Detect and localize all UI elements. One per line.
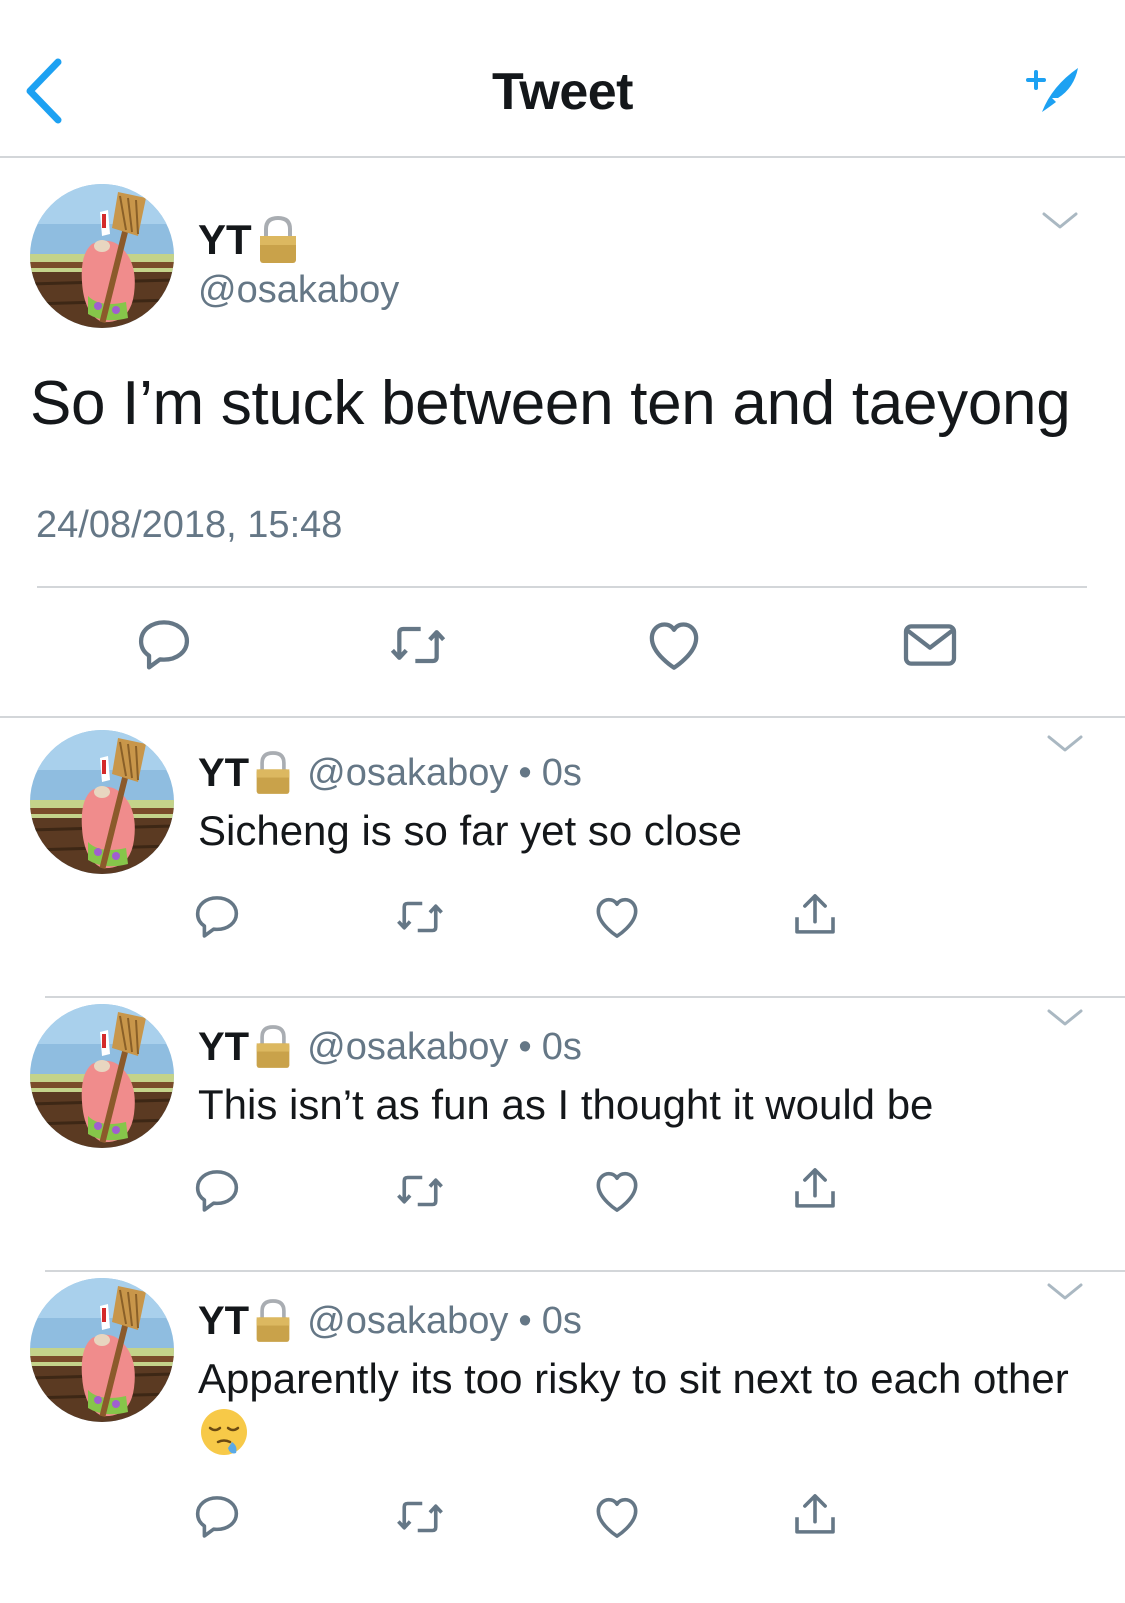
chevron-down-icon[interactable] — [1040, 206, 1080, 236]
share-icon[interactable] — [788, 1488, 842, 1542]
chevron-down-icon[interactable] — [1045, 1004, 1085, 1032]
reply-icon[interactable] — [190, 890, 244, 944]
divider — [45, 996, 1125, 998]
tweet-text: So I’m stuck between ten and taeyong — [30, 369, 1071, 438]
reply-tweet[interactable]: YT @osakaboy • 0s This isn’t as fun as I… — [0, 1016, 1125, 1266]
avatar[interactable] — [30, 1278, 174, 1422]
reply-icon[interactable] — [190, 1164, 244, 1218]
separator-dot: • — [518, 751, 532, 794]
reply-text: This isn’t as fun as I thought it would … — [198, 1081, 934, 1128]
author-name[interactable]: YT — [198, 1025, 249, 1070]
like-icon[interactable] — [590, 890, 644, 944]
page-title: Tweet — [491, 63, 634, 121]
reply-header: YT @osakaboy • 0s — [198, 1024, 582, 1070]
lock-icon — [253, 1024, 293, 1070]
author-handle[interactable]: @osakaboy — [307, 1300, 508, 1343]
reply-time: 0s — [541, 751, 582, 794]
reply-header: YT @osakaboy • 0s — [198, 1298, 582, 1344]
author-name-text: YT — [198, 216, 252, 263]
nav-header: Tweet — [0, 0, 1125, 158]
main-tweet: YT @osakaboy So I’m stuck between ten an… — [0, 158, 1125, 718]
like-icon[interactable] — [590, 1490, 644, 1544]
reply-text-container: Apparently its too risky to sit next to … — [198, 1352, 1078, 1461]
avatar[interactable] — [30, 1004, 174, 1148]
author-name[interactable]: YT — [198, 751, 249, 796]
author-handle[interactable]: @osakaboy — [198, 269, 399, 312]
retweet-icon[interactable] — [386, 613, 450, 677]
reply-icon[interactable] — [132, 613, 196, 677]
compose-feather-icon — [1026, 68, 1078, 112]
reply-text: Apparently its too risky to sit next to … — [198, 1355, 1069, 1402]
author-name[interactable]: YT — [198, 1299, 249, 1344]
reply-time: 0s — [541, 1025, 582, 1068]
reply-tweet[interactable]: YT @osakaboy • 0s Apparently its too ris… — [0, 1290, 1125, 1600]
chevron-down-icon[interactable] — [1045, 1278, 1085, 1306]
author-handle[interactable]: @osakaboy — [307, 752, 508, 795]
retweet-icon[interactable] — [393, 1164, 447, 1218]
compose-button[interactable] — [1022, 62, 1084, 120]
reply-time: 0s — [541, 1299, 582, 1342]
divider — [37, 586, 1087, 588]
like-icon[interactable] — [642, 613, 706, 677]
reply-text: Sicheng is so far yet so close — [198, 807, 742, 854]
retweet-icon[interactable] — [393, 1490, 447, 1544]
reply-tweet[interactable]: YT @osakaboy • 0s Sicheng is so far yet … — [0, 742, 1125, 992]
reply-icon[interactable] — [190, 1490, 244, 1544]
avatar[interactable] — [30, 184, 174, 328]
author-name[interactable]: YT — [198, 215, 300, 265]
lock-icon — [256, 215, 300, 265]
share-icon[interactable] — [788, 888, 842, 942]
divider — [45, 1270, 1125, 1272]
like-icon[interactable] — [590, 1164, 644, 1218]
separator-dot: • — [518, 1025, 532, 1068]
message-icon[interactable] — [898, 613, 962, 677]
retweet-icon[interactable] — [393, 890, 447, 944]
sleepy-face-emoji — [201, 1409, 247, 1455]
tweet-timestamp: 24/08/2018, 15:48 — [36, 504, 343, 546]
chevron-down-icon[interactable] — [1045, 730, 1085, 758]
reply-header: YT @osakaboy • 0s — [198, 750, 582, 796]
lock-icon — [253, 1298, 293, 1344]
avatar[interactable] — [30, 730, 174, 874]
lock-icon — [253, 750, 293, 796]
share-icon[interactable] — [788, 1162, 842, 1216]
author-handle[interactable]: @osakaboy — [307, 1026, 508, 1069]
tweet-detail-screen: Tweet YT @osakaboy So I’m stuck between … — [0, 0, 1125, 1603]
separator-dot: • — [518, 1299, 532, 1342]
